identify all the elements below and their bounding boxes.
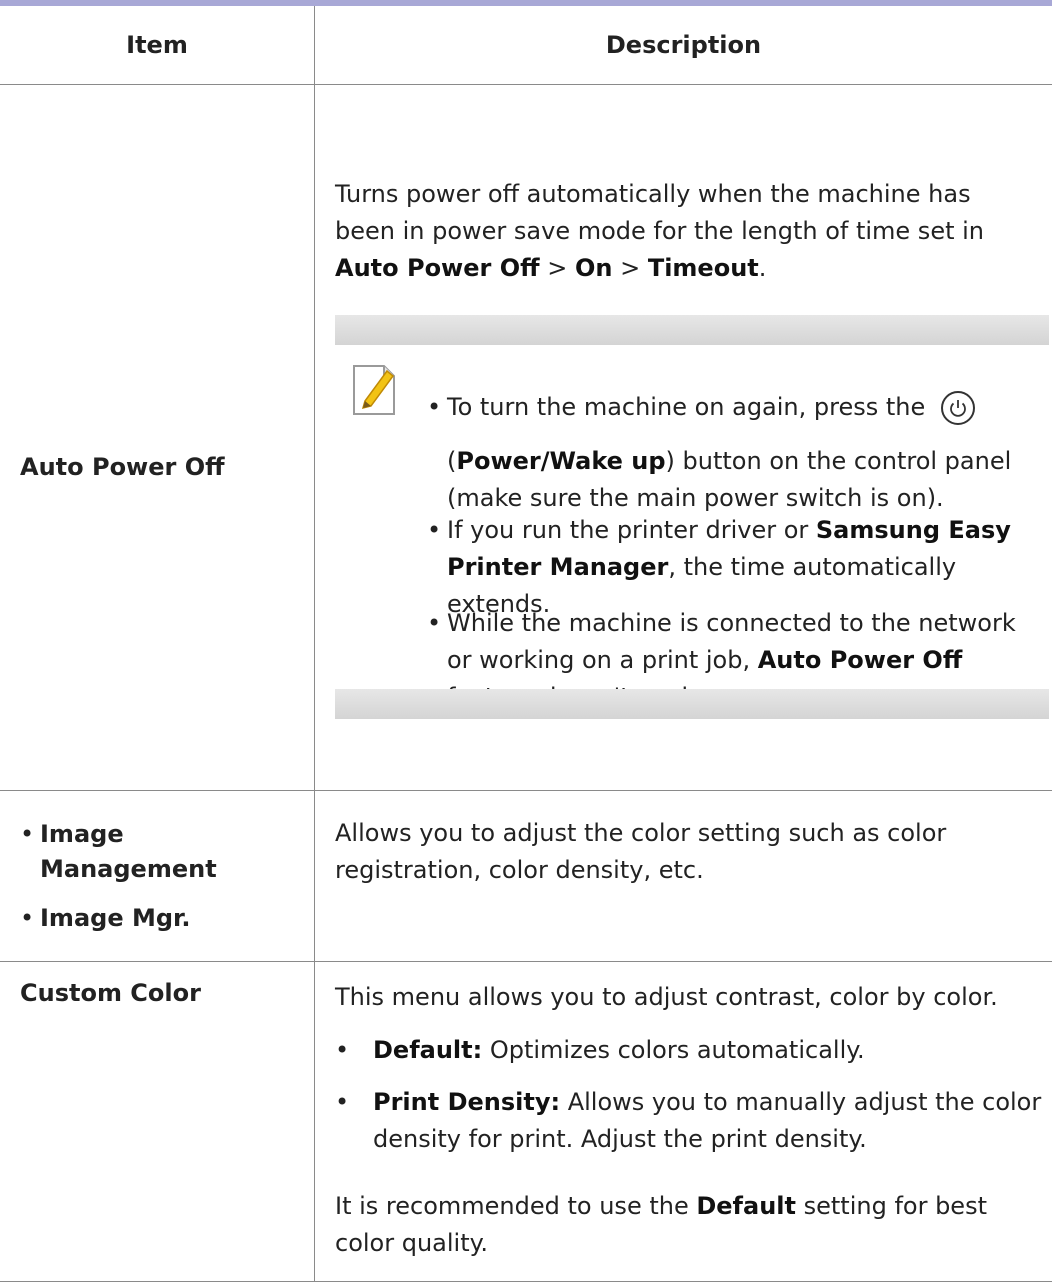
note-bar-bottom	[335, 689, 1049, 719]
item-label: Auto Power Off	[20, 453, 225, 481]
description-text: Allows you to adjust the color setting s…	[335, 819, 947, 884]
description-text: It is recommended to use the Default set…	[335, 1192, 987, 1257]
item-label: Custom Color	[20, 979, 201, 1007]
table-row: Auto Power Off Turns power off automatic…	[0, 85, 1052, 791]
list-item: • Print Density: Allows you to manually a…	[335, 1088, 1042, 1153]
item-cell: Custom Color	[0, 962, 315, 1281]
description-cell: This menu allows you to adjust contrast,…	[315, 962, 1052, 1281]
table-row: Custom Color This menu allows you to adj…	[0, 962, 1052, 1282]
description-cell: Turns power off automatically when the m…	[315, 85, 1052, 790]
list-item: • Default: Optimizes colors automatically…	[335, 1036, 865, 1064]
menu-path: Auto Power Off > On > Timeout.	[335, 254, 767, 282]
table-header-row: Item Description	[0, 6, 1052, 85]
settings-table: Item Description Auto Power Off Turns po…	[0, 0, 1052, 1282]
item-cell: • Image Management • Image Mgr.	[0, 791, 315, 961]
header-description: Description	[605, 30, 762, 59]
item-list: • Image Management • Image Mgr.	[0, 817, 270, 936]
list-item: • Image Mgr.	[20, 904, 191, 932]
table-row: • Image Management • Image Mgr. Allows you…	[0, 791, 1052, 962]
description-cell: Allows you to adjust the color setting s…	[315, 791, 1052, 961]
list-item: • Image Management	[20, 820, 217, 883]
description-text: Turns power off automatically when the m…	[335, 176, 1035, 287]
note-box: • To turn the machine on again, press th…	[335, 315, 1049, 719]
item-cell: Auto Power Off	[0, 85, 315, 790]
note-bar-top	[335, 315, 1049, 345]
note-pencil-icon	[353, 365, 395, 415]
description-text: This menu allows you to adjust contrast,…	[335, 983, 998, 1011]
header-item: Item	[0, 6, 315, 84]
power-icon	[940, 391, 975, 425]
note-bullet: • To turn the machine on again, press th…	[427, 391, 1012, 512]
